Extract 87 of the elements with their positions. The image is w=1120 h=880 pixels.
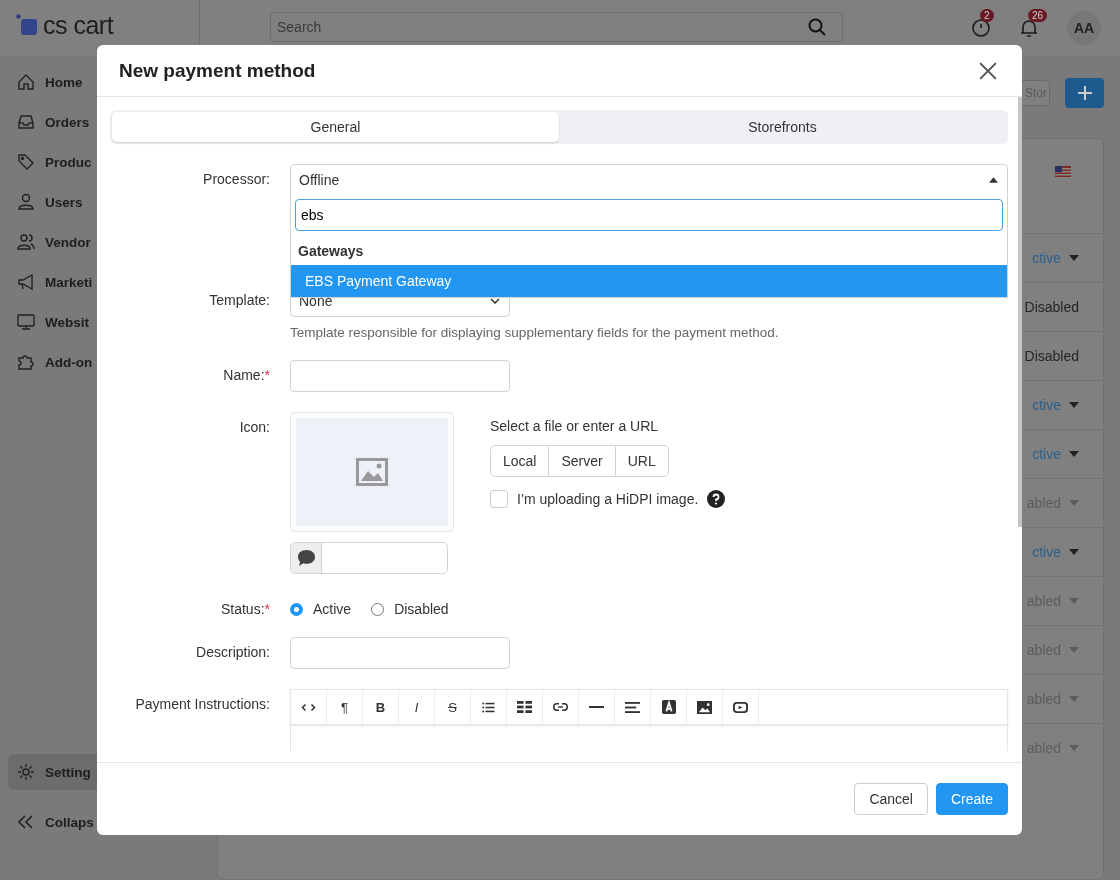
- users-icon: [16, 232, 36, 252]
- sidebar-item[interactable]: Home: [8, 64, 97, 100]
- home-icon: [16, 72, 36, 92]
- field-label: Template:: [208, 291, 270, 308]
- field-label: Description:: [195, 643, 270, 660]
- description-field[interactable]: [290, 637, 510, 669]
- plus-icon: [1076, 85, 1093, 101]
- sidebar-item[interactable]: Orders: [8, 104, 97, 140]
- flag-icon: [1055, 166, 1071, 177]
- monitor-icon: [16, 312, 36, 332]
- toolbar-button[interactable]: I: [399, 690, 435, 724]
- collapse-button[interactable]: Collaps: [8, 804, 97, 840]
- close-icon[interactable]: [979, 61, 997, 80]
- source-button[interactable]: Local: [491, 446, 549, 476]
- image-placeholder-icon: [356, 458, 388, 486]
- upload-prompt: Select a file or enter a URL: [490, 418, 660, 434]
- toolbar-button[interactable]: S: [435, 690, 471, 724]
- status-dropdown[interactable]: Disabled: [1024, 299, 1079, 315]
- list-icon: [481, 701, 496, 713]
- inbox-icon: [16, 112, 36, 132]
- name-field[interactable]: [290, 360, 510, 392]
- link-icon: [553, 703, 568, 711]
- sidebar-item[interactable]: Users: [8, 184, 97, 220]
- image-icon: [697, 700, 712, 714]
- badge: 26: [1028, 9, 1048, 22]
- sidebar-item[interactable]: Produc: [8, 144, 97, 180]
- megaphone-icon: [16, 272, 36, 292]
- caret-icon: [1069, 745, 1079, 751]
- puzzle-icon: [16, 352, 36, 372]
- create-button[interactable]: Create: [935, 783, 1008, 815]
- sidebar-item[interactable]: Add-on: [8, 344, 97, 380]
- checkbox-label: I’m uploading a HiDPI image.: [517, 491, 699, 507]
- caret-icon: [989, 177, 998, 183]
- toolbar-button[interactable]: ¶: [327, 690, 363, 724]
- checkbox[interactable]: [490, 490, 508, 508]
- align-left-icon: [625, 701, 640, 713]
- badge: 2: [980, 9, 994, 22]
- field-label: Name:*: [222, 366, 270, 383]
- caret-icon: [1069, 598, 1079, 604]
- scrollbar[interactable]: [1018, 97, 1022, 527]
- sidebar-item[interactable]: Websit: [8, 304, 97, 340]
- tab[interactable]: Storefronts: [559, 112, 1006, 142]
- source-button[interactable]: URL: [614, 446, 668, 476]
- dropdown-option[interactable]: EBS Payment Gateway: [291, 265, 1007, 297]
- field-label: Status:*: [219, 600, 270, 617]
- caret-icon: [1069, 255, 1079, 261]
- settings-icon: [16, 762, 36, 782]
- user-icon: [16, 192, 36, 212]
- sidebar-item[interactable]: Vendor: [8, 224, 97, 260]
- speech-bubble-icon: [297, 550, 315, 566]
- sidebar-item[interactable]: Setting: [8, 754, 97, 790]
- caret-icon: [1069, 500, 1079, 506]
- video-icon: [733, 701, 748, 713]
- status-dropdown[interactable]: Disabled: [1024, 348, 1079, 364]
- tab[interactable]: General: [112, 112, 559, 142]
- caret-icon: [1069, 402, 1079, 408]
- field-label: Payment Instructions:: [134, 695, 270, 712]
- field-label: Processor:: [202, 170, 270, 187]
- radio-option[interactable]: Active: [290, 601, 352, 617]
- search-icon[interactable]: [807, 17, 827, 37]
- source-button[interactable]: Server: [548, 446, 615, 476]
- group-heading: Gateways: [297, 242, 365, 261]
- sidebar-item[interactable]: Marketi: [8, 264, 97, 300]
- table-icon: [517, 701, 532, 713]
- search-field[interactable]: ebs: [295, 199, 1003, 231]
- tag-icon: [16, 152, 36, 172]
- help-icon[interactable]: [707, 490, 726, 508]
- caret-icon: [1069, 451, 1079, 457]
- logo-text: cs cart: [43, 10, 114, 40]
- radio-option[interactable]: Disabled: [371, 601, 449, 617]
- field-label: Icon:: [238, 418, 270, 435]
- caret-icon: [1069, 696, 1079, 702]
- help-text: Template responsible for displaying supplementary fields for the payment method.: [290, 325, 780, 340]
- avatar[interactable]: AA: [1067, 11, 1101, 45]
- toolbar-button[interactable]: B: [363, 690, 399, 724]
- logo-icon: [16, 14, 38, 36]
- font-color-icon: [661, 700, 676, 714]
- add-button[interactable]: [1065, 78, 1104, 108]
- search-field[interactable]: Search: [270, 12, 843, 42]
- caret-icon: [1069, 647, 1079, 653]
- bell-icon[interactable]: [1019, 18, 1039, 38]
- chevron-down-icon: [490, 298, 500, 304]
- processor-select[interactable]: Offline: [290, 164, 1008, 196]
- cancel-button[interactable]: Cancel: [854, 783, 928, 815]
- horizontal-rule-icon: [589, 706, 604, 708]
- dialog-title: New payment method: [119, 59, 316, 82]
- caret-icon: [1069, 549, 1079, 555]
